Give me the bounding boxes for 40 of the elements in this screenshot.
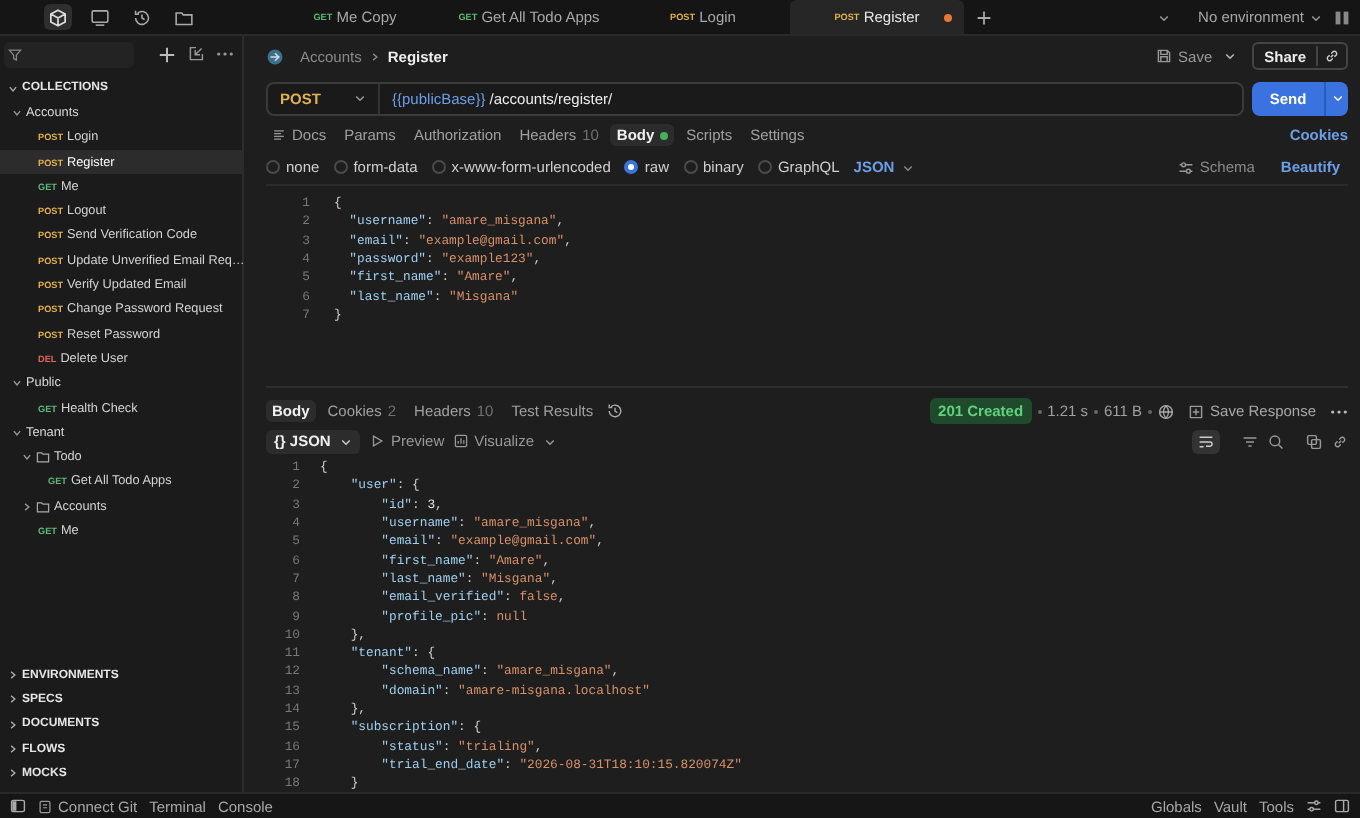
sidebar-toggle-icon[interactable] <box>10 798 26 814</box>
filter-field[interactable] <box>4 41 134 67</box>
caret-icon[interactable] <box>544 435 557 447</box>
more-icon[interactable] <box>1330 407 1348 415</box>
link-icon[interactable] <box>1324 48 1340 64</box>
import-icon[interactable] <box>188 46 204 62</box>
filter-icon <box>8 47 22 61</box>
caret-icon <box>354 92 366 104</box>
caret-icon[interactable] <box>1224 50 1237 62</box>
monitor-icon[interactable] <box>86 4 114 30</box>
play-icon <box>370 434 385 448</box>
document-icon <box>38 799 52 813</box>
folder-icon <box>36 499 50 514</box>
more-icon[interactable] <box>216 50 234 58</box>
document-icon <box>272 128 286 142</box>
save-icon <box>1188 403 1205 419</box>
save-icon <box>1156 48 1173 64</box>
globe-icon[interactable] <box>1158 403 1175 419</box>
copy-icon[interactable] <box>1306 433 1322 449</box>
sliders-icon <box>1177 159 1194 175</box>
request-icon <box>266 47 284 65</box>
folder-icon <box>36 450 50 465</box>
filter-icon[interactable] <box>1242 433 1258 449</box>
history-icon[interactable] <box>605 402 624 420</box>
send-options-button[interactable] <box>1324 81 1348 115</box>
caret-icon <box>1331 92 1343 104</box>
panel-toggle-icon[interactable] <box>1334 798 1350 814</box>
wrap-lines-icon[interactable] <box>1192 429 1220 453</box>
chevron-icon <box>369 51 380 61</box>
plus-icon[interactable] <box>976 9 992 25</box>
settings-sliders-icon[interactable] <box>1306 798 1322 814</box>
link-icon[interactable] <box>1332 433 1348 449</box>
chart-icon <box>454 434 469 448</box>
caret-icon[interactable] <box>1158 11 1171 23</box>
cube-icon[interactable] <box>44 4 72 30</box>
search-icon[interactable] <box>1268 433 1284 449</box>
caret-icon <box>340 435 353 447</box>
caret-icon <box>1310 11 1322 23</box>
caret-icon <box>902 161 915 173</box>
plus-icon[interactable] <box>158 45 176 63</box>
